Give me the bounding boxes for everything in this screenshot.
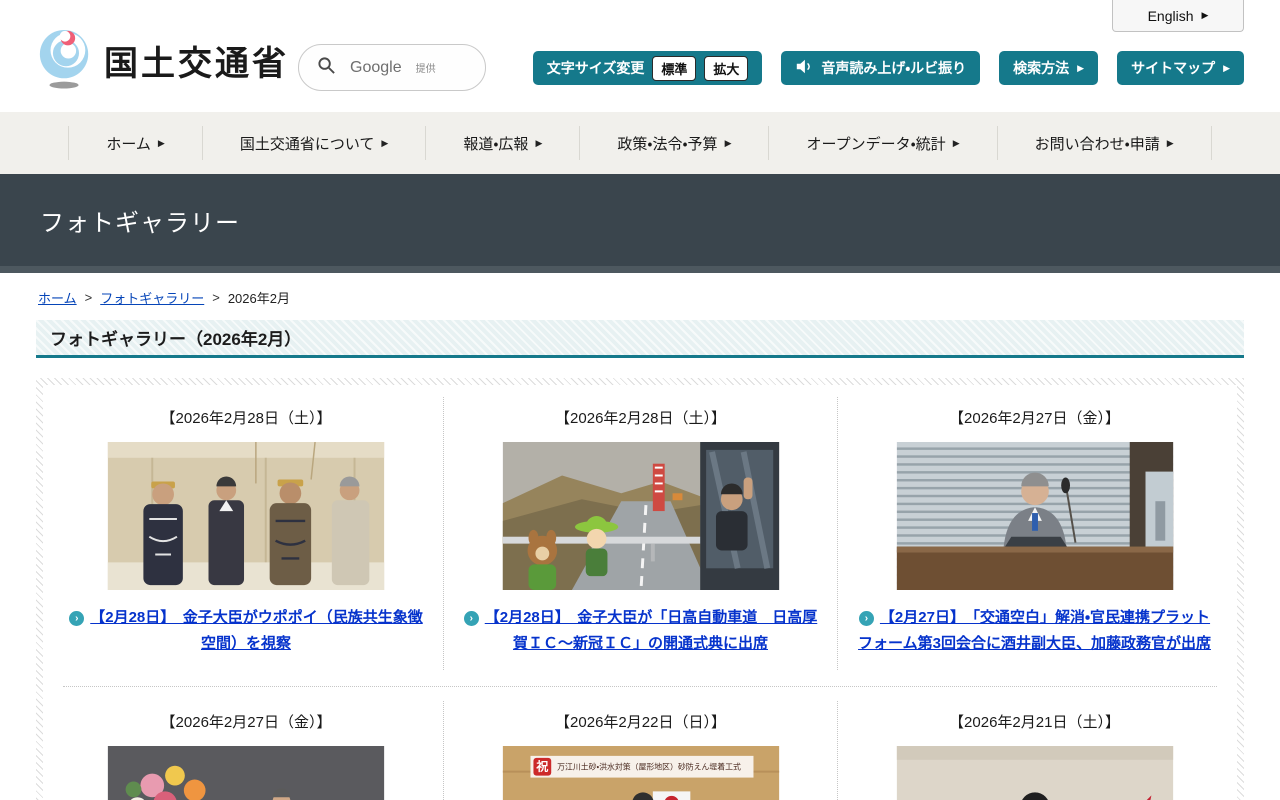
link-arrow-icon: › [69,611,84,626]
photo-card: 【2026年2月28日（土）】 [49,397,443,670]
photo-caption-link[interactable]: › 【2月28日】 金子大臣がウポポイ（民族共生象徴空間）を視察 [67,605,425,658]
search-input[interactable]: Google 提供 [298,44,486,91]
nav-label: 国土交通省について [240,133,375,154]
mlit-logo-icon [36,26,94,95]
photo-podium-flowers[interactable] [107,746,385,800]
arrow-right-icon: ▶ [535,139,542,148]
nav-label: オープンデータ・統計 [806,133,945,154]
tts-label: 音声読み上げ・ルビ振り [821,58,966,78]
nav-item-contact[interactable]: お問い合わせ・申請 ▶ [997,126,1212,160]
search-method-button[interactable]: 検索方法 ▶ [999,51,1098,85]
search-method-label: 検索方法 [1013,58,1069,78]
photo-card: 【2026年2月28日（土）】 [443,397,837,670]
site-title: 国土交通省 [104,36,289,85]
row-divider [63,686,1217,687]
arrow-right-icon: ▶ [953,139,960,148]
arrow-right-icon: ▶ [1077,64,1084,73]
text-to-speech-button[interactable]: 音声読み上げ・ルビ振り [781,51,980,85]
link-arrow-icon: › [464,611,479,626]
photo-upopoy-visit[interactable] [107,442,385,590]
nav-item-press[interactable]: 報道・広報 ▶ [425,126,579,160]
photo-card: 【2026年2月27日（金）】 [837,397,1231,670]
photo-card: 【2026年2月21日（土）】 大阪ガス Daigas INPEX 関西電力 p… [837,701,1231,800]
gallery-row-2: 【2026年2月27日（金）】 [49,701,1231,800]
search-provided-label: 提供 [416,60,436,75]
nav-item-opendata[interactable]: オープンデータ・統計 ▶ [768,126,996,160]
search-brand-label: Google [350,59,402,77]
speaker-icon [795,59,813,77]
caption-text: 【2月28日】 金子大臣がウポポイ（民族共生象徴空間）を視察 [90,609,423,652]
breadcrumb-home-link[interactable]: ホーム [38,288,77,307]
photo-platform-meeting[interactable] [896,442,1174,590]
photo-caption-link[interactable]: › 【2月28日】 金子大臣が「日高自動車道 日高厚賀ＩＣ～新冠ＩＣ」の開通式典に… [462,605,820,658]
caption-text: 【2月28日】 金子大臣が「日高自動車道 日高厚賀ＩＣ～新冠ＩＣ」の開通式典に出… [485,609,818,652]
font-size-control: 文字サイズ変更 標準 拡大 [533,51,763,85]
photo-date: 【2026年2月28日（土）】 [57,407,435,428]
photo-date: 【2026年2月28日（土）】 [452,407,829,428]
global-nav: ホーム ▶ 国土交通省について ▶ 報道・広報 ▶ 政策・法令・予算 ▶ オープ… [0,112,1280,174]
arrow-right-icon: ▶ [1202,11,1209,20]
nav-label: お問い合わせ・申請 [1035,133,1160,154]
photo-date: 【2026年2月21日（土）】 [846,711,1223,732]
breadcrumb-separator: > [212,290,220,305]
sitemap-label: サイトマップ [1131,58,1215,78]
english-button[interactable]: English ▶ [1112,0,1244,32]
banner-text: 万江川土砂・洪水対策（屋形地区）砂防えん堤着工式 [557,761,741,771]
photo-date: 【2026年2月27日（金）】 [57,711,435,732]
sitemap-button[interactable]: サイトマップ ▶ [1117,51,1244,85]
photo-date: 【2026年2月22日（日）】 [452,711,829,732]
breadcrumb: ホーム > フォトギャラリー > 2026年2月 [38,288,1242,307]
page-title-band: フォトギャラリー [0,174,1280,266]
photo-card: 【2026年2月22日（日）】 祝 万江川土砂・洪水対策（屋形地区）砂防えん堤着… [443,701,837,800]
photo-groundbreaking-ceremony[interactable]: 祝 万江川土砂・洪水対策（屋形地区）砂防えん堤着工式 [502,746,780,800]
nav-item-home[interactable]: ホーム ▶ [68,126,201,160]
font-size-label: 文字サイズ変更 [547,58,645,78]
section-heading: フォトギャラリー（2026年2月） [36,320,1244,358]
link-arrow-icon: › [859,611,874,626]
nav-label: 報道・広報 [463,133,528,154]
nav-label: ホーム [106,133,151,154]
caption-text: 【2月27日】 「交通空白」解消・官民連携プラットフォーム第3回会合に酒井副大臣… [858,609,1211,652]
gallery-row-1: 【2026年2月28日（土）】 [49,397,1231,670]
arrow-right-icon: ▶ [725,139,732,148]
english-label: English [1148,8,1194,24]
breadcrumb-separator: > [85,290,93,305]
search-icon [317,56,336,80]
photo-date: 【2026年2月27日（金）】 [846,407,1223,428]
photo-card: 【2026年2月27日（金）】 [49,701,443,800]
nav-label: 政策・法令・予算 [617,133,717,154]
photo-caption-link[interactable]: ›【2月27日】 「交通空白」解消・官民連携プラットフォーム第3回会合に酒井副大… [856,605,1214,658]
nav-item-policy[interactable]: 政策・法令・予算 ▶ [579,126,768,160]
header-buttons: 文字サイズ変更 標準 拡大 音声読み上げ・ルビ振り 検索方法 ▶ サイトマップ … [533,51,1244,85]
arrow-right-icon: ▶ [158,139,165,148]
nav-item-about[interactable]: 国土交通省について ▶ [202,126,425,160]
arrow-right-icon: ▶ [1167,139,1174,148]
gallery-frame: 【2026年2月28日（土）】 [36,378,1244,800]
photo-energy-event[interactable]: 大阪ガス Daigas INPEX 関西電力 power with heart … [896,746,1174,800]
band-strip [0,266,1280,273]
site-header: English ▶ 国土交通省 Google 提供 [0,0,1280,112]
photo-highway-opening[interactable] [502,442,780,590]
font-size-large-button[interactable]: 拡大 [704,56,748,81]
breadcrumb-gallery-link[interactable]: フォトギャラリー [100,288,204,307]
breadcrumb-current: 2026年2月 [228,288,290,307]
banner-tag-text: 祝 [535,759,548,773]
page-title: フォトギャラリー [0,203,240,238]
arrow-right-icon: ▶ [381,139,388,148]
gallery-inner: 【2026年2月28日（土）】 [43,385,1237,800]
font-size-standard-button[interactable]: 標準 [652,56,696,81]
arrow-right-icon: ▶ [1223,64,1230,73]
site-logo[interactable]: 国土交通省 [36,26,289,95]
